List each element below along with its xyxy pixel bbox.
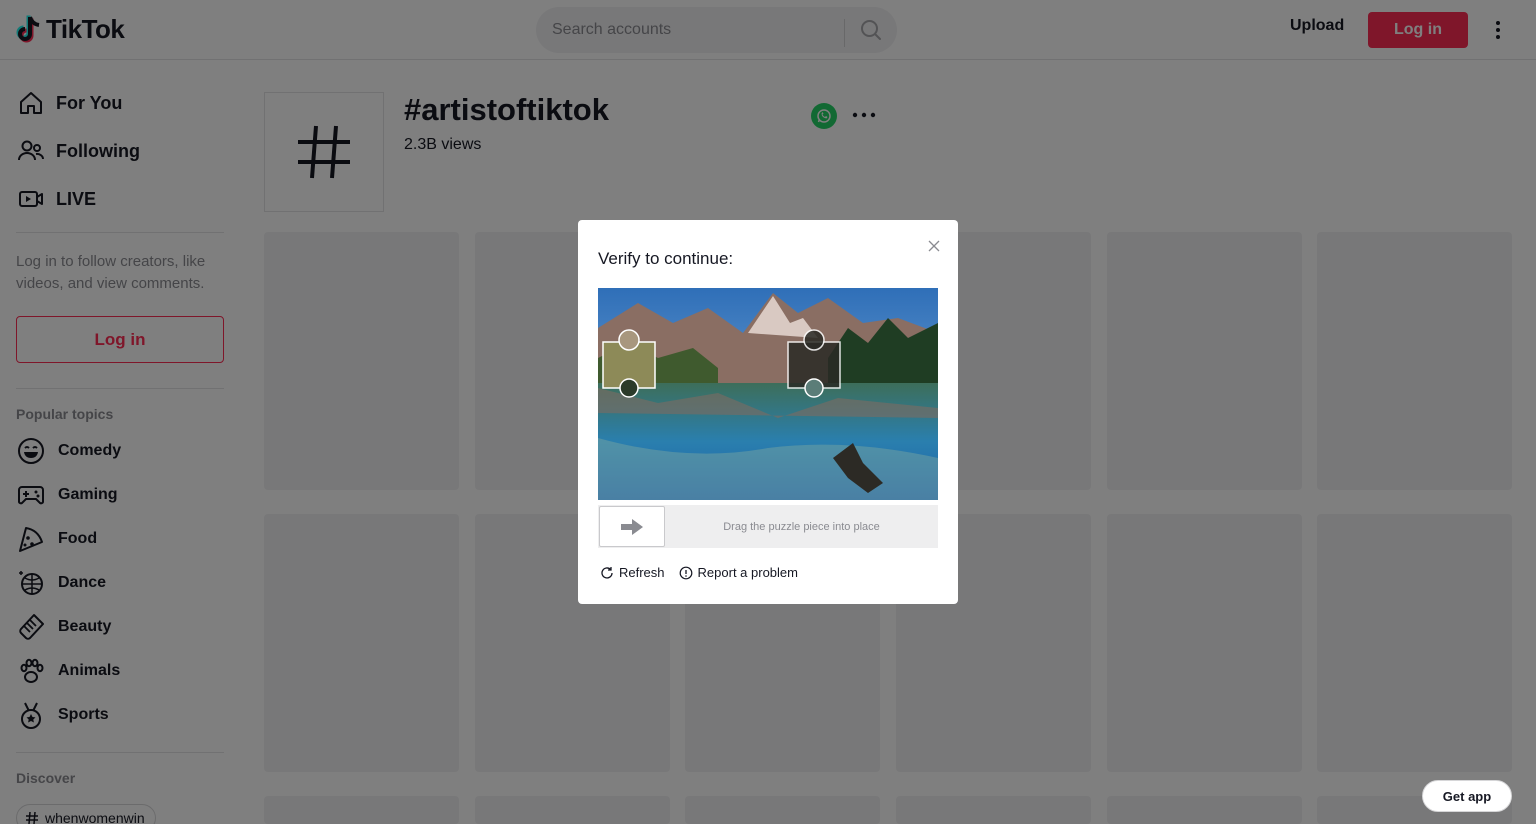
refresh-label: Refresh	[619, 565, 665, 580]
slider-handle[interactable]	[599, 506, 665, 547]
captcha-slider-track: Drag the puzzle piece into place	[598, 505, 938, 548]
report-label: Report a problem	[697, 565, 798, 580]
close-button[interactable]	[926, 238, 942, 254]
mountain-lake-image	[598, 288, 938, 500]
captcha-actions: Refresh Report a problem	[600, 565, 798, 580]
report-problem-button[interactable]: Report a problem	[679, 565, 798, 580]
captcha-title: Verify to continue:	[598, 249, 734, 268]
close-icon	[928, 240, 940, 252]
get-app-button[interactable]: Get app	[1422, 780, 1512, 812]
refresh-button[interactable]: Refresh	[600, 565, 665, 580]
info-circle-icon	[679, 566, 692, 579]
slider-hint: Drag the puzzle piece into place	[723, 520, 880, 533]
arrow-right-icon	[621, 518, 643, 535]
refresh-icon	[601, 566, 613, 579]
captcha-puzzle-image	[598, 288, 938, 500]
captcha-modal: Verify to continue: Drag the puzzle piec…	[578, 220, 958, 604]
